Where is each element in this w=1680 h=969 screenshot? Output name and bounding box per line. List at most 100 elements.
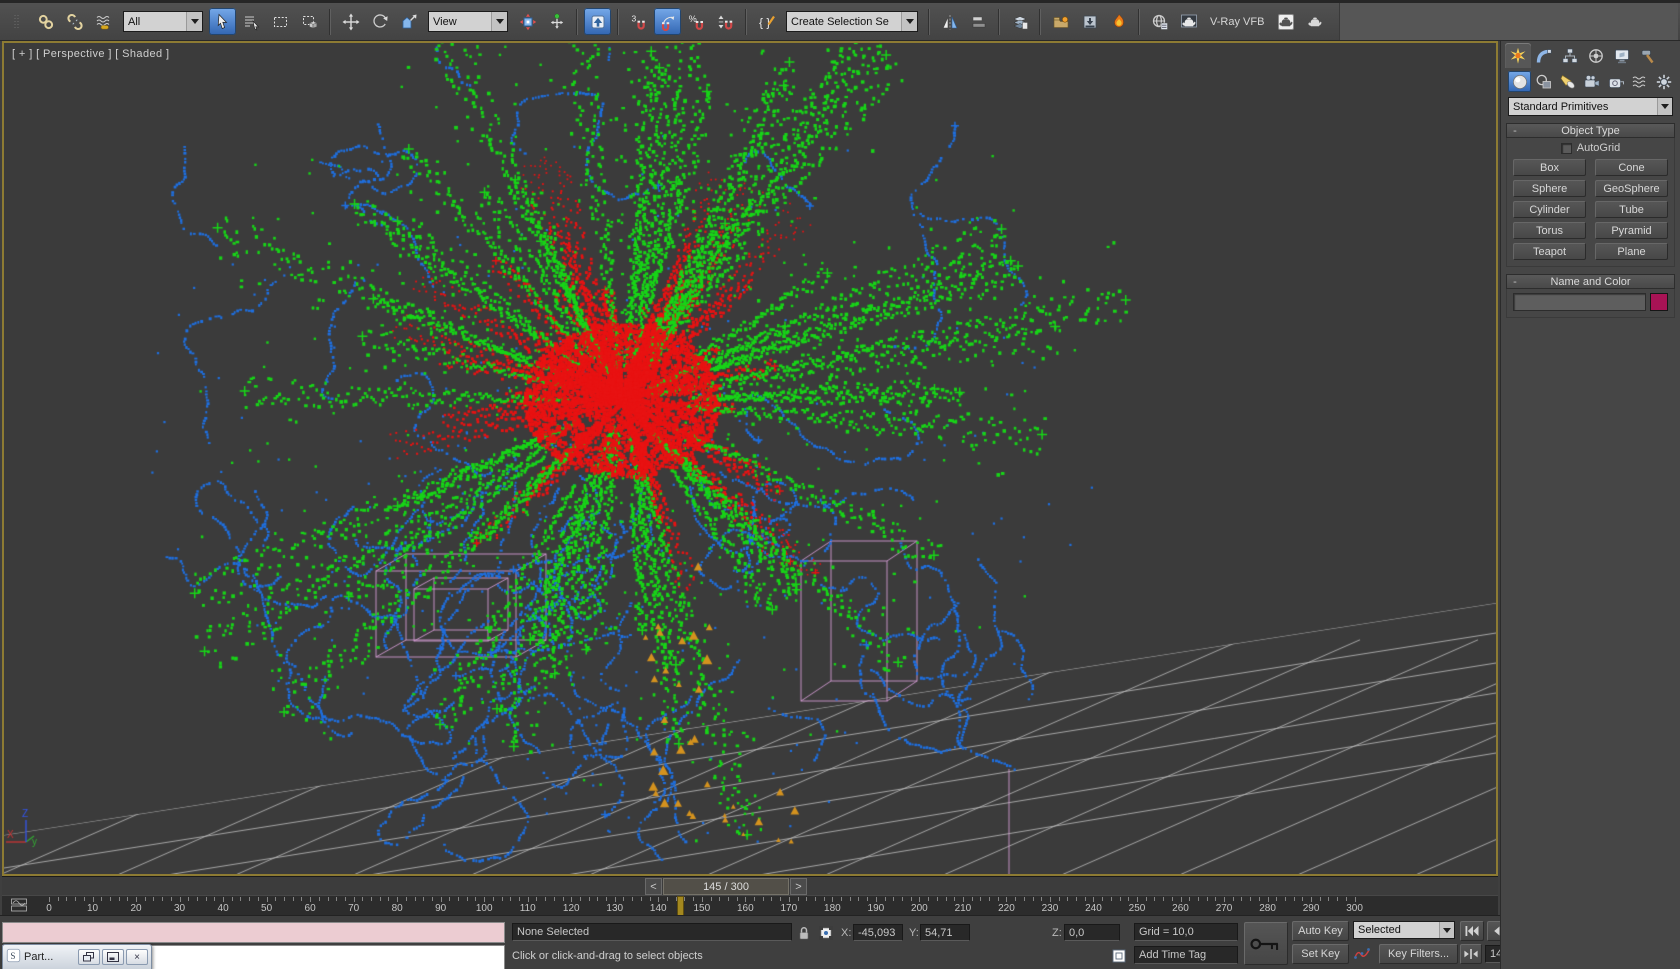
time-slider-handle[interactable]: 145 / 300	[663, 878, 789, 895]
toolbar-separator	[1138, 9, 1140, 35]
tab-utilities[interactable]	[1635, 43, 1661, 68]
percent-snap-toggle[interactable]: %	[683, 8, 710, 35]
progressive-display-icon[interactable]	[1110, 947, 1128, 968]
open-mini-curve-editor-button[interactable]	[6, 896, 32, 914]
z-coordinate-field[interactable]: 0,0	[1064, 924, 1120, 941]
tab-display[interactable]	[1609, 43, 1635, 68]
object-type-button-geosphere[interactable]: GeoSphere	[1595, 180, 1668, 197]
category-helpers[interactable]	[1604, 71, 1627, 92]
select-object-button[interactable]	[209, 8, 236, 35]
object-type-button-tube[interactable]: Tube	[1595, 201, 1668, 218]
auto-key-button[interactable]: Auto Key	[1292, 921, 1349, 941]
named-selection-sets-dropdown[interactable]: Create Selection Se	[786, 11, 918, 32]
unlink-selection-button[interactable]	[61, 8, 88, 35]
render-iterative-button[interactable]	[1301, 8, 1328, 35]
add-time-tag-field[interactable]: Add Time Tag	[1134, 946, 1238, 964]
object-type-button-cone[interactable]: Cone	[1595, 159, 1668, 176]
select-and-move-button[interactable]	[337, 8, 364, 35]
select-by-name-button[interactable]	[238, 8, 265, 35]
use-pivot-point-center-button[interactable]	[514, 8, 541, 35]
time-slider-track[interactable]: < 145 / 300 >	[2, 876, 1498, 895]
object-name-input[interactable]	[1513, 293, 1646, 311]
tab-modify[interactable]	[1531, 43, 1557, 68]
schematic-view-button[interactable]	[1076, 8, 1103, 35]
track-bar[interactable]: 0102030405060708090100110120130140150160…	[2, 895, 1498, 915]
selection-lock-icon[interactable]	[795, 924, 813, 945]
category-systems[interactable]	[1652, 71, 1675, 92]
key-filters-button[interactable]: Key Filters...	[1379, 944, 1458, 964]
chevron-down-icon[interactable]	[491, 12, 507, 31]
tab-create[interactable]	[1505, 43, 1531, 68]
mirror-button[interactable]	[936, 8, 963, 35]
set-key-button[interactable]: Set Key	[1292, 944, 1349, 964]
object-type-button-teapot[interactable]: Teapot	[1513, 243, 1586, 260]
object-type-button-box[interactable]: Box	[1513, 159, 1586, 176]
close-window-button[interactable]: ×	[126, 949, 148, 965]
collapse-icon: -	[1507, 276, 1523, 288]
y-coordinate-field[interactable]: 54,71	[920, 924, 970, 941]
category-lights[interactable]	[1556, 71, 1579, 92]
chevron-down-icon[interactable]	[186, 12, 202, 31]
next-frame-slider-button[interactable]: >	[790, 878, 807, 895]
object-type-button-plane[interactable]: Plane	[1595, 243, 1668, 260]
render-setup-button[interactable]	[1146, 8, 1173, 35]
key-mode-toggle-button[interactable]	[1460, 944, 1482, 964]
viewport-canvas[interactable]	[4, 43, 1496, 874]
selection-filter-dropdown[interactable]: All	[123, 11, 203, 32]
selection-set-scope-dropdown[interactable]: Selected	[1353, 921, 1455, 939]
select-and-scale-button[interactable]	[395, 8, 422, 35]
absolute-mode-icon[interactable]	[817, 924, 835, 945]
chevron-down-icon[interactable]	[901, 12, 917, 31]
minimize-window-button[interactable]	[102, 949, 124, 965]
category-space-warps[interactable]	[1628, 71, 1651, 92]
select-and-link-button[interactable]	[32, 8, 59, 35]
reference-coordinate-system-dropdown[interactable]: View	[428, 11, 508, 32]
default-in-out-tangents-icon[interactable]	[1353, 945, 1371, 966]
edit-named-selection-sets-button[interactable]: { }	[753, 8, 780, 35]
frame-tick	[658, 897, 659, 902]
perspective-viewport[interactable]: [ + ] [ Perspective ] [ Shaded ]	[2, 41, 1498, 876]
vray-vfb-button[interactable]: V-Ray VFB	[1203, 16, 1271, 28]
name-and-color-rollout-header[interactable]: - Name and Color	[1506, 274, 1675, 289]
tab-hierarchy[interactable]	[1557, 43, 1583, 68]
restore-window-button[interactable]	[78, 949, 100, 965]
object-type-button-sphere[interactable]: Sphere	[1513, 180, 1586, 197]
align-button[interactable]	[965, 8, 992, 35]
angle-snap-toggle[interactable]	[654, 8, 681, 35]
select-and-manipulate-button[interactable]	[543, 8, 570, 35]
previous-frame-slider-button[interactable]: <	[645, 878, 662, 895]
viewport-label[interactable]: [ + ] [ Perspective ] [ Shaded ]	[12, 48, 169, 60]
snaps-toggle-button[interactable]: 3	[625, 8, 652, 35]
object-type-rollout-header[interactable]: - Object Type	[1506, 123, 1675, 138]
manage-layers-button[interactable]	[1006, 8, 1033, 35]
object-type-button-cylinder[interactable]: Cylinder	[1513, 201, 1586, 218]
material-editor-button[interactable]	[1105, 8, 1132, 35]
chevron-down-icon[interactable]	[1657, 98, 1672, 115]
object-type-button-pyramid[interactable]: Pyramid	[1595, 222, 1668, 239]
rendered-frame-window-button[interactable]	[1175, 8, 1202, 35]
autogrid-checkbox[interactable]	[1561, 143, 1572, 154]
timeline-playhead[interactable]	[677, 896, 684, 915]
spinner-snap-toggle[interactable]	[712, 8, 739, 35]
x-coordinate-field[interactable]: -45,093	[853, 924, 903, 941]
select-and-rotate-button[interactable]	[366, 8, 393, 35]
rectangular-selection-region-button[interactable]	[267, 8, 294, 35]
tab-motion[interactable]	[1583, 43, 1609, 68]
category-shapes[interactable]	[1532, 71, 1555, 92]
subcategory-dropdown[interactable]: Standard Primitives	[1508, 97, 1673, 116]
bind-to-space-warp-button[interactable]	[90, 8, 117, 35]
window-crossing-toggle[interactable]	[296, 8, 323, 35]
curve-editor-button[interactable]	[1047, 8, 1074, 35]
object-type-button-torus[interactable]: Torus	[1513, 222, 1586, 239]
macro-recorder-pane[interactable]	[2, 922, 505, 943]
set-keys-button[interactable]	[1244, 922, 1288, 965]
object-color-swatch[interactable]	[1650, 293, 1668, 311]
chevron-down-icon[interactable]	[1439, 922, 1454, 938]
render-production-button[interactable]	[1272, 8, 1299, 35]
keyboard-shortcut-override-toggle[interactable]	[584, 8, 611, 35]
category-cameras[interactable]	[1580, 71, 1603, 92]
selection-status-field[interactable]: None Selected	[512, 923, 792, 941]
particle-view-minimized-window[interactable]: S Part... ×	[2, 944, 152, 969]
go-to-start-button[interactable]	[1460, 921, 1484, 941]
category-geometry[interactable]	[1508, 71, 1531, 92]
